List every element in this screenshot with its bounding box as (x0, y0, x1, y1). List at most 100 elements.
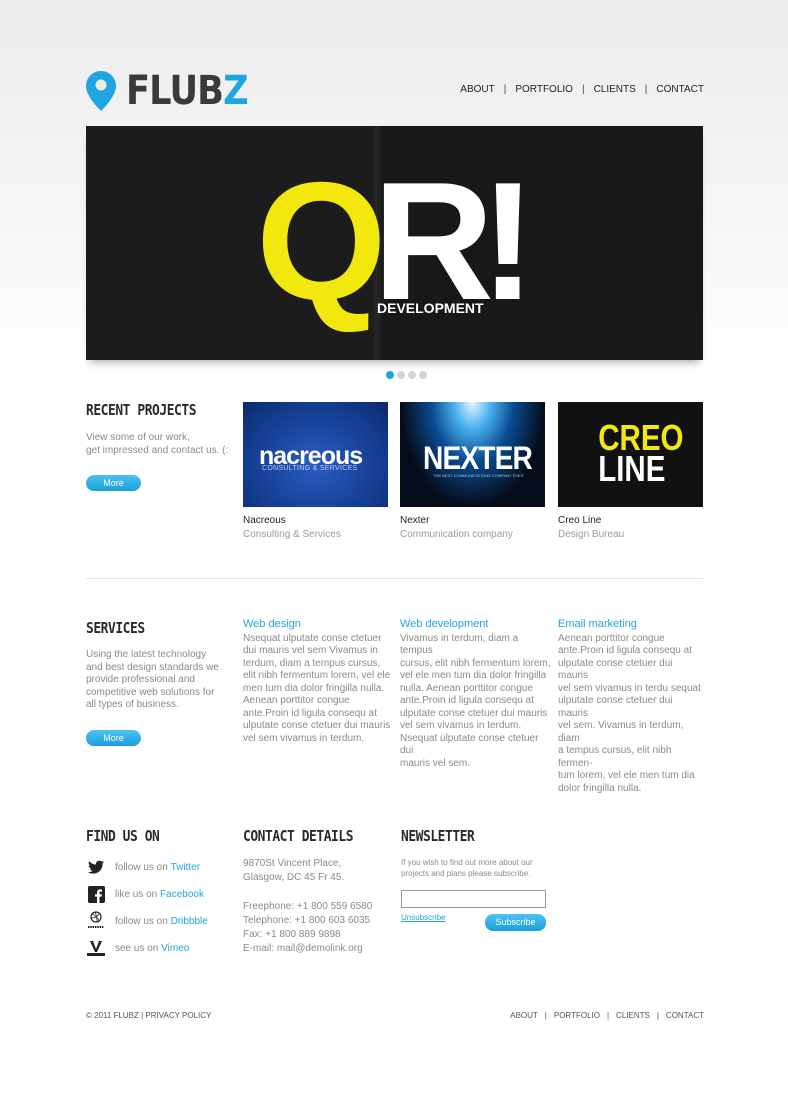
project-subtitle: Design Bureau (558, 529, 625, 540)
slider-title: QR! (256, 157, 536, 325)
newsletter-heading: NEWSLETTER (401, 827, 475, 845)
slider-dot-2[interactable] (397, 371, 405, 379)
footer-separator: | (544, 1011, 547, 1020)
vimeo-link[interactable]: Vimeo (161, 943, 189, 954)
service-title[interactable]: Web development (400, 618, 552, 631)
service-line: Nsequat ulputate conse ctetuer dui (400, 732, 539, 757)
service-line: vel sem vivamus in terdum. (243, 732, 365, 744)
footer-separator: | (656, 1011, 659, 1020)
twitter-icon[interactable] (86, 857, 106, 877)
facebook-link[interactable]: Facebook (160, 889, 204, 900)
service-line: ulputate conse ctetuer dui mauris (243, 720, 391, 731)
service-line: mauris vel sem. (400, 757, 471, 769)
footer-copyright: © 2011 FLUBZ | PRIVACY POLICY (86, 1011, 212, 1020)
service-line: tum lorem, vel ele men tum dia (558, 770, 695, 781)
service-line: ulputate conse ctetuer dui mauris (400, 707, 548, 719)
project-title[interactable]: Nexter (400, 515, 545, 526)
footer-portfolio[interactable]: PORTFOLIO (554, 1011, 600, 1020)
project-card-nacreous[interactable]: nacreous CONSULTING & SERVICES Nacreous … (243, 402, 388, 540)
slider-dot-3[interactable] (408, 371, 416, 379)
nexter-logo-sub: THE BEST COMMUNICATIONS COMPANY EVER (433, 473, 524, 478)
service-line: ante.Proin id ligula consequ at (558, 645, 692, 656)
services-intro-line: provide professional and (86, 674, 195, 685)
service-line: a tempus cursus, elit nibh fermen- (558, 745, 672, 769)
services-more-button[interactable]: More (86, 730, 141, 746)
contact-address-line: Glasgow, DC 45 Fr 45. (243, 872, 345, 883)
services-intro-line: and best design standards we (86, 661, 219, 673)
nacreous-logo-sub: CONSULTING & SERVICES (262, 465, 358, 472)
newsletter-email-input[interactable] (401, 890, 546, 908)
footer-contact[interactable]: CONTACT (666, 1011, 704, 1020)
twitter-link[interactable]: Twitter (171, 862, 200, 873)
contact-address-line: 9870St Vincent Place, (243, 858, 342, 869)
facebook-icon[interactable] (86, 884, 106, 904)
recent-projects-heading: RECENT PROJECTS (86, 401, 197, 419)
service-line: Nsequat ulputate conse ctetuer (243, 632, 382, 644)
services-heading: SERVICES (86, 619, 145, 637)
nav-about[interactable]: ABOUT (460, 84, 494, 95)
project-title[interactable]: Creo Line (558, 515, 703, 526)
footer-about[interactable]: ABOUT (510, 1011, 538, 1020)
nav-clients[interactable]: CLIENTS (594, 84, 636, 95)
service-line: Aenean porttitor congue (558, 632, 665, 644)
services-intro: Using the latest technology and best des… (86, 649, 236, 712)
project-subtitle: Communication company (400, 529, 513, 540)
project-card-creo-line[interactable]: CREO LINE Creo Line Design Bureau (558, 402, 703, 540)
service-web-design: Web design Nsequat ulputate conse ctetue… (243, 618, 393, 745)
slider-dot-1[interactable] (386, 371, 394, 379)
unsubscribe-link[interactable]: Unsubscribe (401, 913, 445, 922)
contact-email-label: E-mail: (243, 943, 277, 954)
project-card-nexter[interactable]: NEXTER THE BEST COMMUNICATIONS COMPANY E… (400, 402, 545, 540)
recent-text-line: View some of our work, (86, 432, 190, 443)
dribbble-link[interactable]: Dribbble (171, 916, 208, 927)
newsletter-text: If you wish to find out more about our p… (401, 857, 551, 879)
slider-title-q: Q (256, 147, 387, 335)
site-logo[interactable]: FLUBZ (86, 70, 264, 112)
contact-spacer (243, 885, 393, 900)
nav-portfolio[interactable]: PORTFOLIO (515, 84, 573, 95)
social-text: like us on (115, 888, 158, 900)
project-title[interactable]: Nacreous (243, 515, 388, 526)
project-subtitle: Consulting & Services (243, 529, 341, 540)
project-thumbnail[interactable]: nacreous CONSULTING & SERVICES (243, 402, 388, 507)
social-text: see us on (115, 942, 159, 954)
slider-caption: DEVELOPMENT (377, 300, 484, 316)
nexter-logo-word: NEXTER (423, 440, 533, 476)
newsletter-text-line: projects and plans please subscribe. (401, 869, 531, 878)
services-intro-line: all types of business. (86, 699, 179, 710)
service-line: terdum, diam a tempus cursus, (243, 657, 381, 669)
service-line: ulputate conse ctetuer dui mauris (558, 657, 673, 682)
service-line: nulla. Aenean porttitor congue (400, 682, 533, 694)
contact-email-link[interactable]: mail@demolink.org (277, 943, 363, 954)
social-text: follow us on (115, 915, 168, 927)
service-line: dolor fringilla nulla. (558, 782, 642, 794)
service-line: vel ele men tum dia dolor fringilla (400, 670, 547, 681)
newsletter-text-line: If you wish to find out more about our (401, 858, 533, 867)
vimeo-icon[interactable] (86, 938, 106, 958)
service-line: Aenean porttitor congue (243, 695, 350, 706)
nav-contact[interactable]: CONTACT (656, 84, 704, 95)
hero-slider[interactable]: QR! DEVELOPMENT (86, 126, 703, 360)
footer-separator: | (606, 1011, 610, 1020)
social-list: follow us on Twitter like us on Facebook… (86, 857, 208, 958)
slider-dot-4[interactable] (419, 371, 427, 379)
service-title[interactable]: Web design (243, 618, 393, 631)
contact-fax: Fax: +1 800 889 9898 (243, 929, 341, 940)
project-thumbnail[interactable]: NEXTER THE BEST COMMUNICATIONS COMPANY E… (400, 402, 545, 507)
section-divider (86, 578, 703, 579)
dribbble-icon[interactable] (86, 911, 106, 931)
recent-more-button[interactable]: More (86, 475, 141, 491)
subscribe-button[interactable]: Subscribe (485, 914, 546, 931)
footer-nav: ABOUT | PORTFOLIO | CLIENTS | CONTACT (510, 1011, 704, 1020)
nav-separator: | (503, 84, 507, 95)
service-title[interactable]: Email marketing (558, 618, 704, 631)
contact-freephone: Freephone: +1 800 559 6580 (243, 901, 373, 912)
social-item-twitter: follow us on Twitter (86, 857, 208, 877)
recent-text-line: get impressed and contact us. (: (86, 444, 229, 456)
map-pin-icon (86, 71, 116, 111)
creo-line-logo: CREO LINE (598, 420, 683, 487)
contact-telephone: Telephone: +1 800 603 6035 (243, 915, 371, 926)
footer-clients[interactable]: CLIENTS (616, 1011, 650, 1020)
project-thumbnail[interactable]: CREO LINE (558, 402, 703, 507)
service-line: ulputate conse ctetuer dui mauris (558, 695, 673, 719)
